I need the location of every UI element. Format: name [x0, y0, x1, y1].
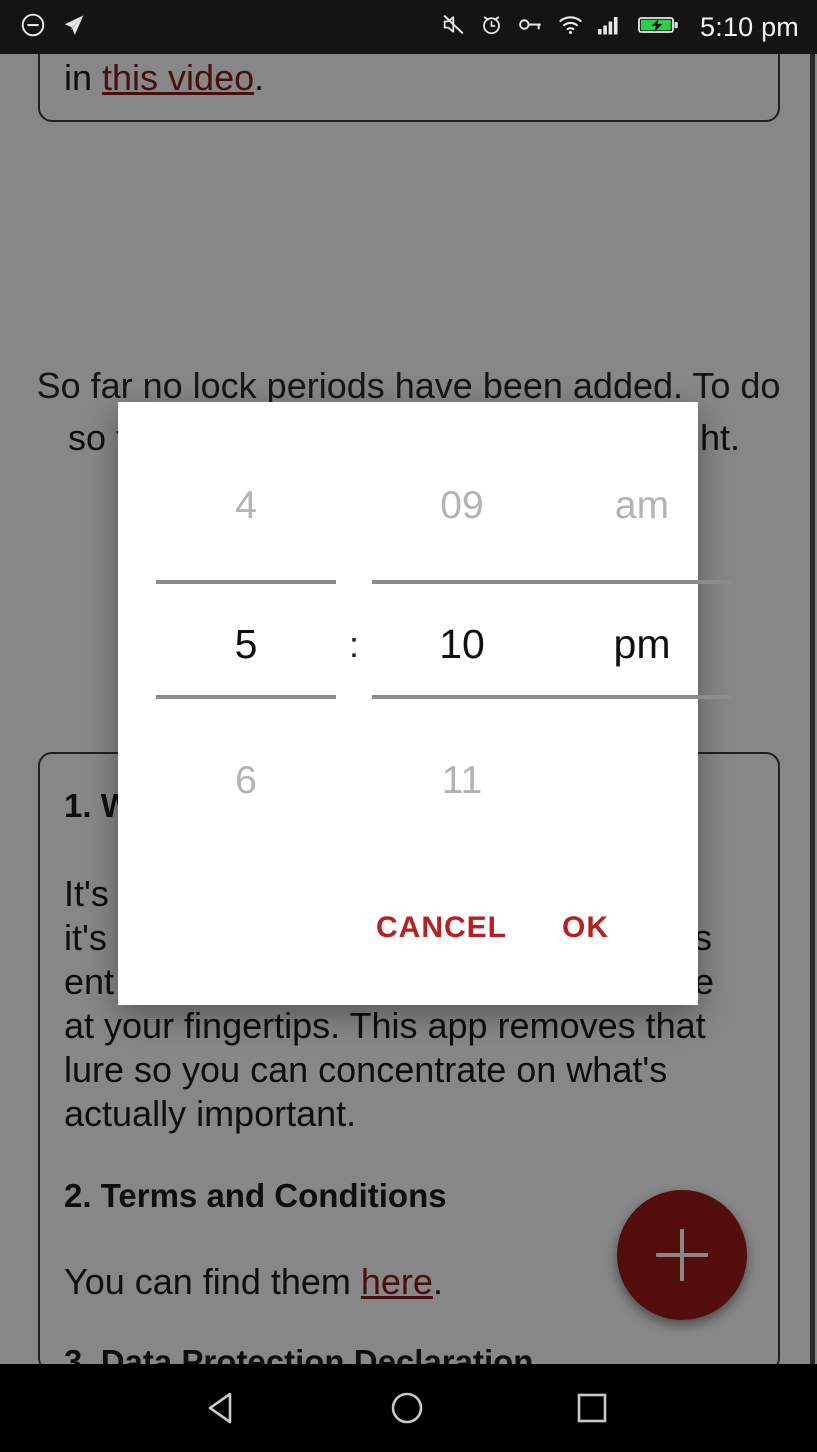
ok-button[interactable]: OK — [554, 901, 617, 955]
status-bar: 5:10 pm — [0, 0, 817, 54]
time-picker-dialog: 4 5 6 : 09 10 11 am pm CANCEL OK — [118, 402, 732, 1005]
recents-icon[interactable] — [570, 1388, 614, 1433]
minute-picker-column[interactable]: 09 10 11 — [372, 402, 552, 802]
do-not-disturb-icon — [20, 12, 46, 43]
android-nav-bar — [0, 1364, 817, 1452]
status-bar-clock: 5:10 pm — [700, 11, 799, 42]
minute-divider-top — [372, 580, 552, 584]
hour-next-value[interactable]: 6 — [156, 759, 336, 803]
meridiem-divider-top — [552, 580, 732, 584]
status-bar-left-icons — [20, 12, 86, 43]
back-icon[interactable] — [200, 1388, 244, 1433]
meridiem-picker-column[interactable]: am pm — [552, 402, 732, 792]
signal-icon — [597, 12, 625, 42]
hour-picker-column[interactable]: 4 5 6 — [156, 402, 336, 802]
hour-selected-value[interactable]: 5 — [156, 621, 336, 668]
home-icon[interactable] — [385, 1388, 429, 1433]
alarm-icon — [479, 12, 504, 42]
hour-divider-top — [156, 580, 336, 584]
minute-previous-value[interactable]: 09 — [372, 484, 552, 528]
mute-icon — [441, 12, 466, 42]
minute-divider-bottom — [372, 695, 552, 699]
time-picker: 4 5 6 : 09 10 11 am pm — [118, 402, 732, 802]
hour-previous-value[interactable]: 4 — [156, 484, 336, 528]
dialog-actions: CANCEL OK — [118, 865, 698, 1005]
hour-divider-bottom — [156, 695, 336, 699]
wifi-icon — [557, 12, 584, 42]
meridiem-divider-bottom — [552, 695, 732, 699]
vpn-key-icon — [517, 12, 544, 42]
battery-charging-icon — [638, 12, 680, 42]
meridiem-previous-value[interactable]: am — [552, 484, 732, 528]
time-separator-column: : — [336, 402, 372, 792]
time-separator: : — [348, 624, 359, 665]
minute-next-value[interactable]: 11 — [372, 759, 552, 803]
telegram-send-icon — [60, 12, 86, 43]
cancel-button[interactable]: CANCEL — [368, 901, 515, 955]
meridiem-selected-value[interactable]: pm — [552, 621, 732, 668]
minute-selected-value[interactable]: 10 — [372, 621, 552, 668]
status-bar-right-icons: 5:10 pm — [441, 12, 799, 43]
phone-screen: 5:10 pm in this video. So far no lock pe… — [0, 0, 817, 1452]
